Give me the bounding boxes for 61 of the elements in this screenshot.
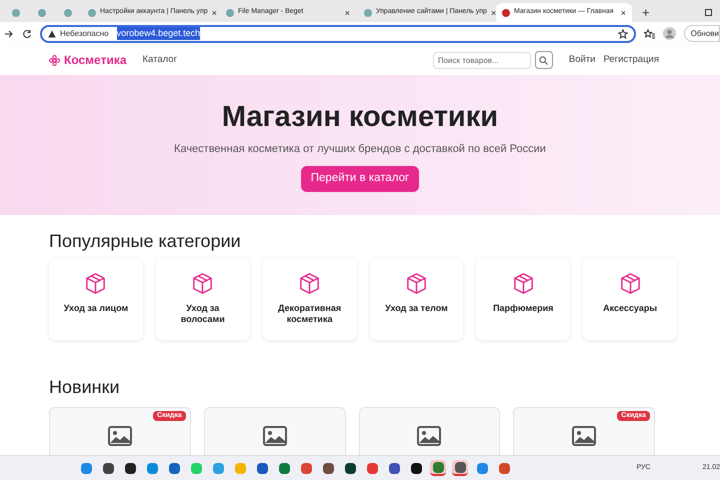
box-icon: [512, 272, 535, 295]
box-icon: [84, 272, 108, 295]
favorites-icon[interactable]: [644, 28, 655, 38]
category-card[interactable]: Декоративная косметика: [262, 258, 356, 340]
update-button[interactable]: Обнови: [684, 25, 720, 42]
flower-logo-icon: [49, 54, 60, 66]
category-card[interactable]: Уход за волосами: [156, 258, 250, 340]
section-heading: Популярные категории: [49, 230, 242, 252]
category-label: Парфюмерия: [492, 303, 554, 314]
category-card[interactable]: Аксессуары: [583, 258, 677, 340]
tab-favicon-icon: [226, 8, 234, 16]
image-placeholder-icon: [262, 426, 287, 446]
search-field[interactable]: Поиск товаров...: [432, 52, 531, 68]
taskbar-app-button[interactable]: [452, 460, 468, 476]
tab-favicon-icon: [364, 8, 372, 16]
reload-icon[interactable]: [22, 28, 32, 38]
category-label: Уход за лицом: [62, 303, 130, 314]
category-card[interactable]: Уход за телом: [370, 258, 464, 340]
catalog-button[interactable]: Перейти в каталог: [300, 166, 420, 192]
image-placeholder-icon: [572, 426, 596, 446]
site-logo[interactable]: Косметика: [64, 51, 126, 69]
nav-link[interactable]: Каталог: [142, 52, 178, 68]
nav-link[interactable]: Регистрация: [603, 52, 659, 68]
tab-favicon-icon: [64, 8, 72, 16]
category-card[interactable]: Парфюмерия: [476, 258, 570, 340]
tab-favicon-icon: [38, 8, 46, 16]
forward-icon[interactable]: [4, 28, 14, 38]
nav-link[interactable]: Войти: [568, 52, 596, 68]
address-bar[interactable]: Небезопасно vorobew4.beget.tech: [40, 24, 636, 42]
category-label: Аксессуары: [602, 303, 658, 314]
security-label: Небезопасно: [60, 28, 109, 40]
hero-title: Магазин косметики: [222, 100, 498, 135]
box-icon: [191, 272, 214, 295]
close-button[interactable]: ×: [212, 8, 217, 18]
star-icon[interactable]: [618, 28, 628, 38]
image-placeholder-icon: [417, 426, 442, 446]
category-label: Уход за телом: [384, 303, 449, 314]
close-button[interactable]: ×: [620, 8, 626, 18]
section-heading: Новинки: [49, 376, 120, 398]
new-tab-button[interactable]: +: [642, 3, 650, 22]
profile-icon[interactable]: [662, 27, 676, 40]
hero-subtitle: Качественная косметика от лучших брендов с доставкой по всей России: [174, 142, 546, 157]
product-card[interactable]: [358, 407, 500, 455]
box-icon: [404, 272, 428, 295]
search-button[interactable]: [534, 51, 553, 69]
category-label: Декоративная косметика: [277, 303, 342, 325]
warning-icon: [48, 30, 56, 38]
search-icon: [539, 56, 548, 64]
image-placeholder-icon: [108, 426, 132, 446]
maximize-icon[interactable]: [705, 9, 712, 16]
url-text[interactable]: vorobew4.beget.tech: [116, 26, 200, 40]
category-label: Уход за волосами: [180, 303, 226, 325]
tab-favicon-icon: [12, 8, 20, 16]
close-button[interactable]: ×: [344, 8, 350, 18]
box-icon: [618, 272, 642, 295]
product-card[interactable]: [204, 407, 346, 455]
tab-favicon-icon: [88, 8, 96, 16]
category-card[interactable]: Уход за лицом: [49, 258, 143, 340]
box-icon: [298, 272, 322, 295]
tab-favicon-icon: [502, 8, 510, 16]
close-button[interactable]: ×: [490, 8, 496, 18]
